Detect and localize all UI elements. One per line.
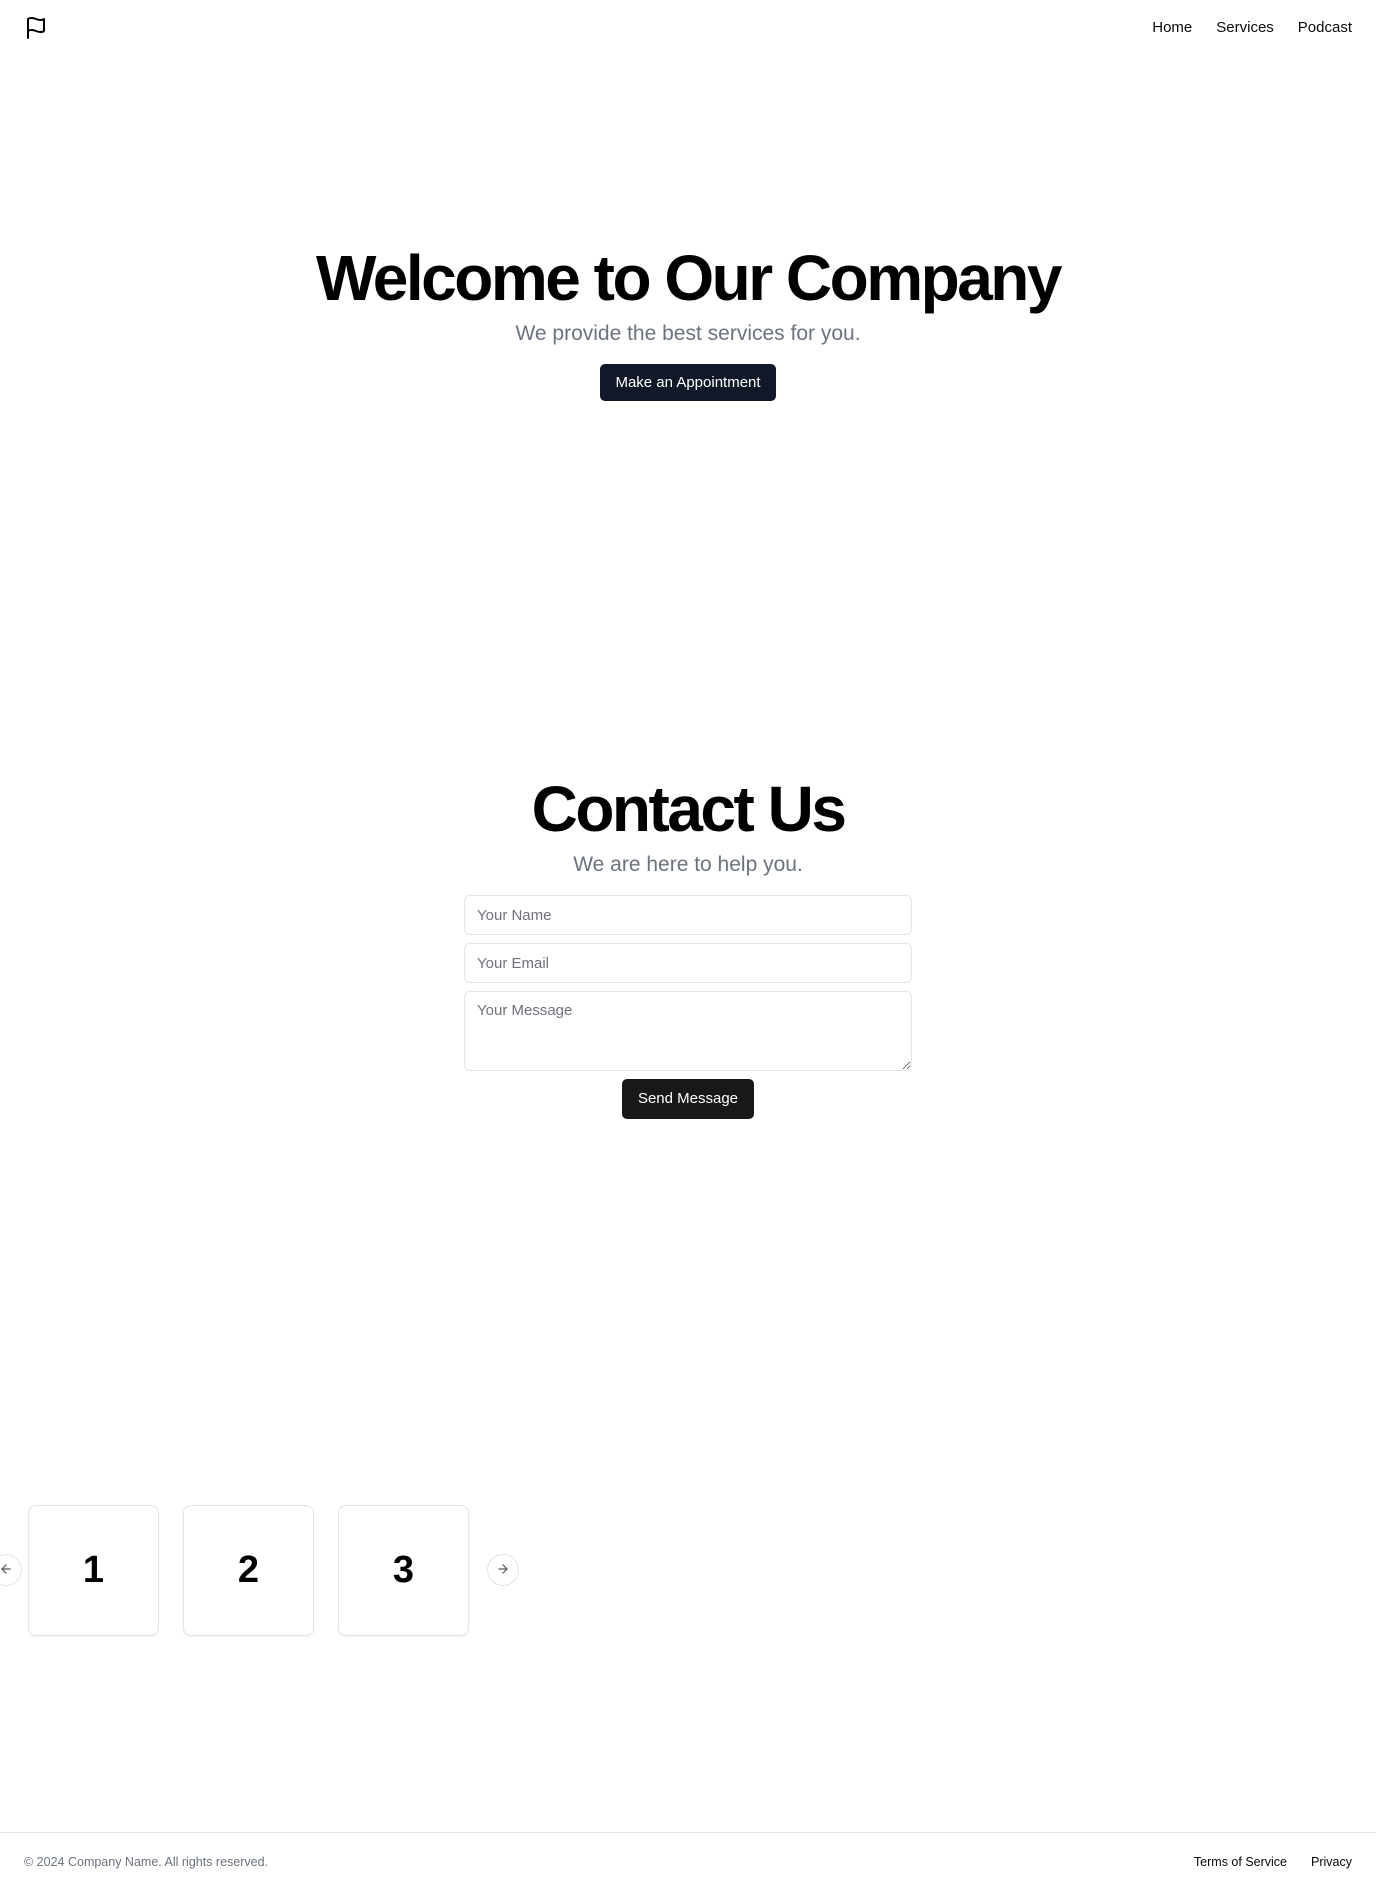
carousel: 1 2 3 bbox=[0, 1505, 588, 1636]
nav-home-link[interactable]: Home bbox=[1152, 18, 1192, 38]
carousel-prev-button[interactable] bbox=[0, 1554, 22, 1586]
site-footer: © 2024 Company Name. All rights reserved… bbox=[0, 1832, 1376, 1896]
privacy-link[interactable]: Privacy bbox=[1311, 1855, 1352, 1869]
hero-section: Welcome to Our Company We provide the be… bbox=[0, 240, 1376, 401]
terms-of-service-link[interactable]: Terms of Service bbox=[1194, 1855, 1287, 1869]
arrow-right-icon bbox=[496, 1562, 510, 1579]
main-nav: Home Services Podcast bbox=[1152, 18, 1352, 38]
nav-podcast-link[interactable]: Podcast bbox=[1298, 18, 1352, 38]
hero-subtitle: We provide the best services for you. bbox=[515, 322, 861, 345]
flag-icon[interactable] bbox=[24, 16, 48, 40]
contact-section: Contact Us We are here to help you. Send… bbox=[0, 771, 1376, 1119]
carousel-next-button[interactable] bbox=[487, 1554, 519, 1586]
carousel-item-number: 3 bbox=[392, 1549, 415, 1591]
form-actions: Send Message bbox=[464, 1079, 912, 1119]
arrow-left-icon bbox=[0, 1562, 13, 1579]
footer-nav: Terms of Service Privacy bbox=[1194, 1855, 1352, 1869]
carousel-item-number: 2 bbox=[237, 1549, 260, 1591]
make-appointment-button[interactable]: Make an Appointment bbox=[600, 364, 776, 401]
carousel-item-number: 1 bbox=[82, 1549, 105, 1591]
contact-title: Contact Us bbox=[531, 773, 847, 845]
name-input[interactable] bbox=[464, 895, 912, 935]
contact-form: Send Message bbox=[464, 895, 912, 1119]
carousel-item: 1 bbox=[28, 1505, 159, 1636]
message-textarea[interactable] bbox=[464, 991, 912, 1071]
contact-subtitle: We are here to help you. bbox=[573, 853, 803, 876]
hero-title: Welcome to Our Company bbox=[316, 242, 1062, 314]
site-header: Home Services Podcast bbox=[0, 0, 1376, 56]
page: Home Services Podcast Welcome to Our Com… bbox=[0, 0, 1376, 1896]
send-message-button[interactable]: Send Message bbox=[621, 1079, 755, 1119]
email-input[interactable] bbox=[464, 943, 912, 983]
nav-services-link[interactable]: Services bbox=[1216, 18, 1274, 38]
carousel-item: 2 bbox=[183, 1505, 314, 1636]
carousel-item: 3 bbox=[338, 1505, 469, 1636]
copyright-text: © 2024 Company Name. All rights reserved… bbox=[24, 1855, 269, 1869]
